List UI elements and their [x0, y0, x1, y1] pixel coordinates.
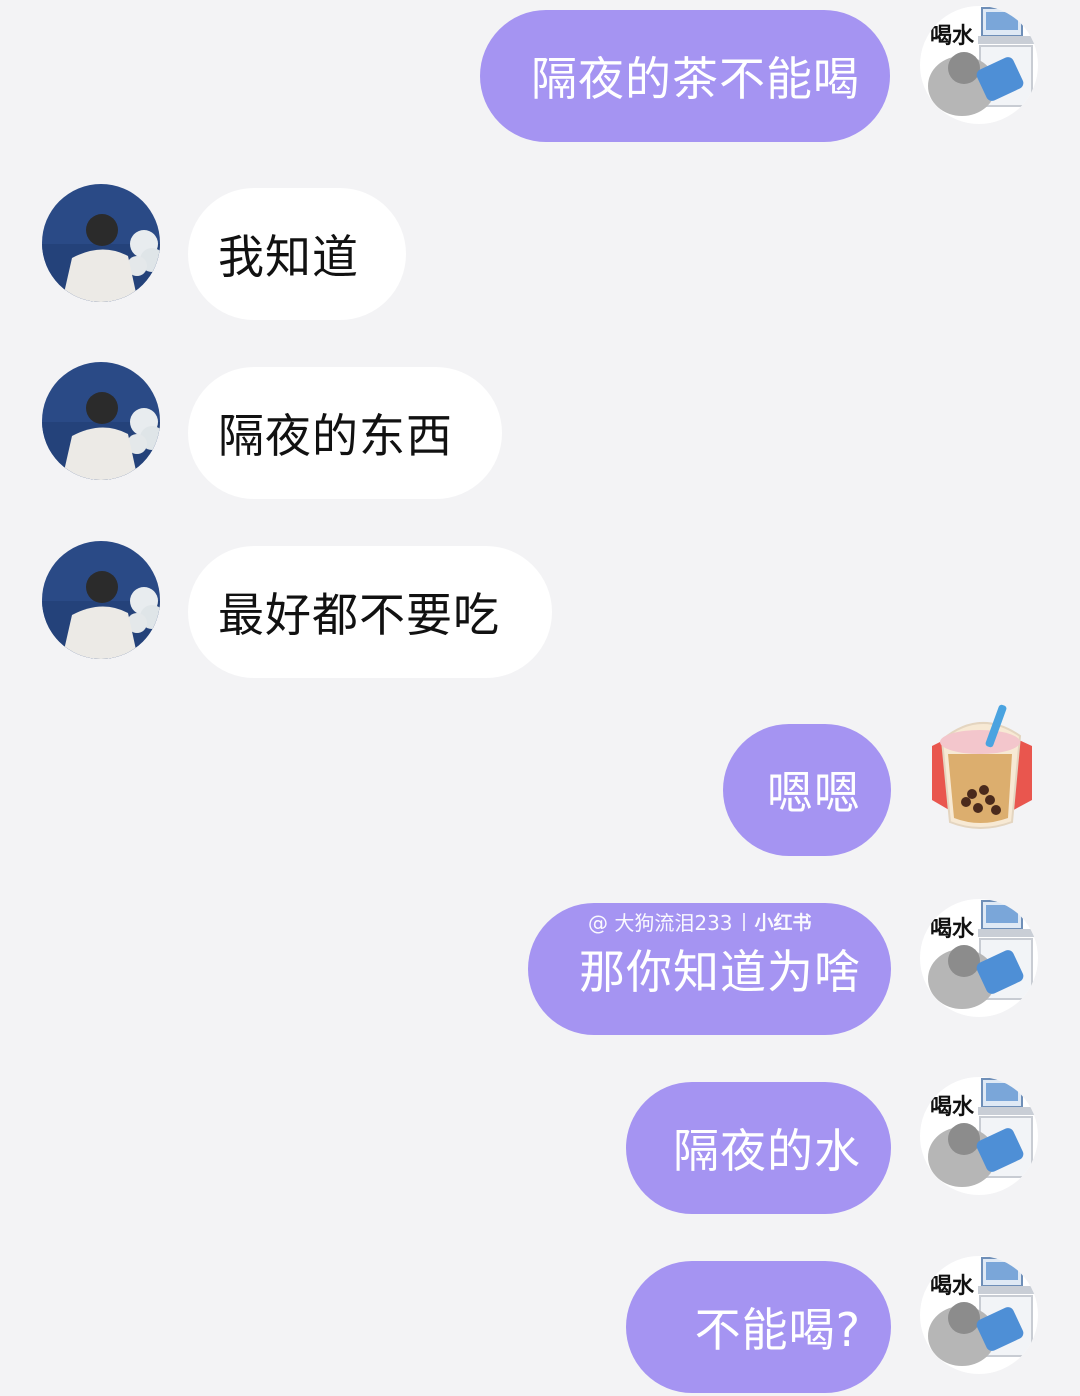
message-bubble-sent[interactable]: 隔夜的水 [626, 1082, 891, 1214]
water-sticker-avatar[interactable]: 喝水 [920, 899, 1038, 1017]
person-photo-icon [42, 184, 160, 302]
message-text: 隔夜的水 [673, 1124, 861, 1178]
message-text: 隔夜的东西 [218, 409, 453, 463]
message-bubble-received[interactable]: 最好都不要吃 [188, 546, 552, 678]
message-text: 隔夜的茶不能喝 [531, 52, 860, 106]
message-text: 最好都不要吃 [218, 588, 500, 642]
person-photo-icon [42, 541, 160, 659]
watermark-brand: 小红书 [754, 912, 812, 934]
message-bubble-sent[interactable]: 不能喝? [626, 1261, 891, 1393]
water-sticker-avatar[interactable]: 喝水 [920, 6, 1038, 124]
message-bubble-received[interactable]: 隔夜的东西 [188, 367, 502, 499]
contact-avatar[interactable] [42, 541, 160, 659]
message-text: 嗯嗯 [767, 766, 861, 820]
sticker-label: 喝水 [930, 24, 975, 49]
watermark-handle: @ 大狗流泪233 [588, 911, 733, 935]
person-photo-icon [42, 362, 160, 480]
contact-avatar[interactable] [42, 362, 160, 480]
message-text: 不能喝? [694, 1303, 861, 1357]
message-text: 我知道 [218, 230, 359, 284]
sticker-label: 喝水 [930, 1095, 975, 1120]
contact-avatar[interactable] [42, 184, 160, 302]
message-bubble-received[interactable]: 我知道 [188, 188, 406, 320]
watermark-divider [742, 912, 745, 931]
message-bubble-sent[interactable]: 隔夜的茶不能喝 [480, 10, 890, 142]
message-text: 那你知道为啥 [579, 945, 861, 999]
bubble-tea-icon [932, 704, 1032, 829]
sticker-label: 喝水 [930, 917, 975, 942]
bubble-tea-avatar[interactable] [920, 700, 1042, 840]
watermark: @ 大狗流泪233 小红书 [588, 907, 812, 936]
water-sticker-avatar[interactable]: 喝水 [920, 1256, 1038, 1374]
message-bubble-sent[interactable]: 嗯嗯 [723, 724, 891, 856]
sticker-label: 喝水 [930, 1274, 975, 1299]
water-sticker-avatar[interactable]: 喝水 [920, 1077, 1038, 1195]
